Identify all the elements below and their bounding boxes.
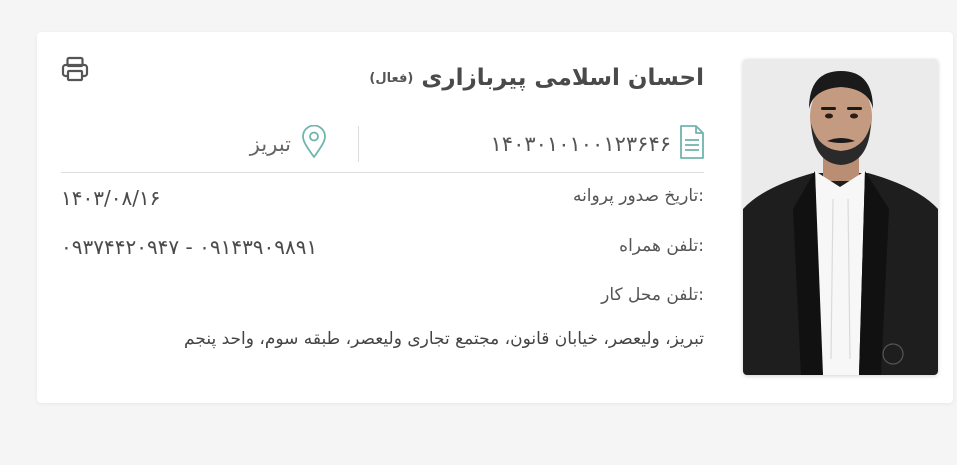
issue-date-label: تاریخ صدور پروانه: — [572, 186, 704, 206]
issue-date-value: ۱۴۰۳/۰۸/۱۶ — [61, 186, 161, 210]
lawyer-name: احسان اسلامی پیربازاری — [421, 65, 704, 91]
horizontal-divider — [61, 172, 704, 173]
printer-icon[interactable] — [60, 54, 90, 84]
location-pin-icon — [301, 124, 327, 163]
office-address: تبریز، ولیعصر، خیابان قانون، مجتمع تجاری… — [184, 329, 704, 349]
document-icon — [679, 124, 705, 164]
city-row: تبریز — [187, 124, 327, 163]
city-name: تبریز — [249, 132, 291, 156]
mobile-label: تلفن همراه: — [619, 236, 704, 256]
office-phone-label: تلفن محل کار: — [601, 285, 704, 305]
license-number: ۱۴۰۳۰۱۰۱۰۰۱۲۳۶۴۶ — [490, 132, 671, 156]
lawyer-photo — [743, 59, 938, 375]
license-row: ۱۴۰۳۰۱۰۱۰۰۱۲۳۶۴۶ — [447, 124, 705, 164]
name-row: احسان اسلامی پیربازاری (فعال) — [187, 58, 704, 98]
status-badge: (فعال) — [369, 70, 414, 86]
mobile-value: ۰۹۳۷۴۴۲۰۹۴۷ - ۰۹۱۴۳۹۰۹۸۹۱ — [61, 235, 318, 259]
vertical-divider — [358, 126, 359, 162]
lawyer-card: احسان اسلامی پیربازاری (فعال) ۱۴۰۳۰۱۰۱۰۰… — [37, 32, 953, 403]
